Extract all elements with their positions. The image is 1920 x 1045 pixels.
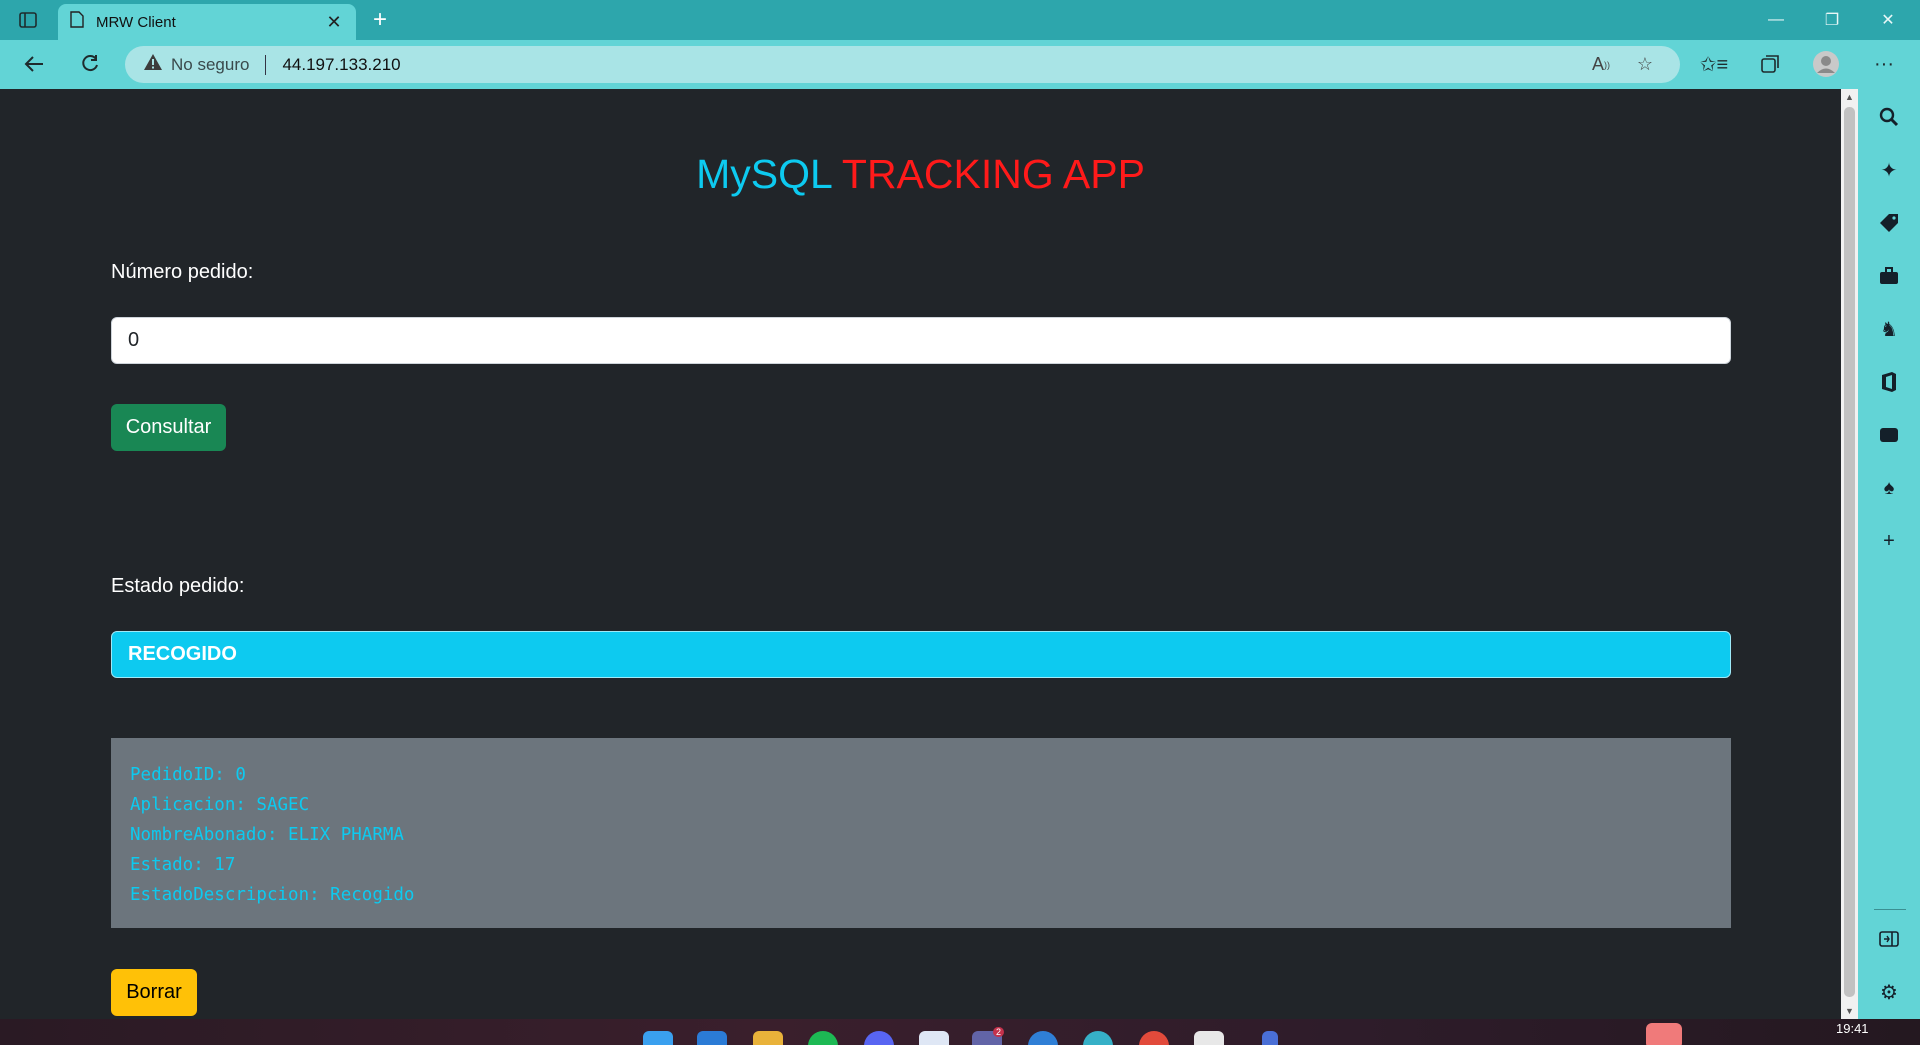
app-icon-blue[interactable] [1028, 1031, 1058, 1045]
order-details-panel: PedidoID: 0 Aplicacion: SAGEC NombreAbon… [111, 738, 1731, 928]
discord-icon[interactable] [864, 1031, 894, 1045]
spotify-icon[interactable] [808, 1031, 838, 1045]
read-aloud-icon[interactable]: A)) [1584, 50, 1618, 80]
browser-toolbar: No seguro 44.197.133.210 A)) ☆ ✩≡ ··· [0, 40, 1920, 89]
detail-pedido-id: PedidoID: 0 [130, 765, 246, 785]
restore-button[interactable]: ❐ [1804, 0, 1860, 40]
outlook-icon[interactable] [1872, 418, 1906, 452]
more-menu-icon[interactable]: ··· [1866, 46, 1902, 82]
security-status[interactable]: No seguro [171, 55, 249, 75]
teams-icon[interactable]: 2 [972, 1027, 1004, 1045]
page-icon [70, 11, 84, 33]
consultar-button[interactable]: Consultar [111, 404, 226, 451]
minimize-button[interactable]: — [1748, 0, 1804, 40]
order-number-input[interactable] [111, 317, 1731, 364]
browser-title-bar: MRW Client ✕ + — ❐ ✕ [0, 0, 1920, 40]
borrar-button[interactable]: Borrar [111, 969, 197, 1016]
new-tab-button[interactable]: + [364, 6, 396, 34]
hide-sidebar-icon[interactable] [1872, 922, 1906, 956]
file-explorer-icon[interactable] [753, 1031, 783, 1045]
refresh-icon[interactable] [72, 46, 108, 82]
close-tab-icon[interactable]: ✕ [324, 12, 344, 33]
shopping-tag-icon[interactable] [1872, 206, 1906, 240]
tray-app-icon[interactable] [1646, 1023, 1682, 1045]
scroll-down-icon[interactable]: ▼ [1841, 1003, 1858, 1019]
drop-icon[interactable]: ♠ [1872, 471, 1906, 505]
detail-estado: Estado: 17 [130, 855, 236, 875]
settings-gear-icon[interactable]: ⚙ [1872, 975, 1906, 1009]
windows-start-icon[interactable] [643, 1031, 673, 1045]
detail-nombre-abonado: NombreAbonado: ELIX PHARMA [130, 825, 404, 845]
notepad-icon[interactable] [1194, 1031, 1224, 1045]
profile-avatar-icon[interactable] [1808, 46, 1844, 82]
browser-tab[interactable]: MRW Client ✕ [58, 4, 356, 40]
back-arrow-icon[interactable] [16, 46, 52, 82]
scroll-thumb[interactable] [1844, 107, 1855, 997]
app-title-mysql: MySQL [696, 151, 832, 197]
favorites-icon[interactable]: ✩≡ [1696, 46, 1732, 82]
edge-sidebar: ✦ ♞ ♠ + ⚙ [1858, 89, 1920, 1019]
order-number-label: Número pedido: [111, 261, 254, 283]
detail-aplicacion: Aplicacion: SAGEC [130, 795, 310, 815]
taskbar-clock[interactable]: 19:41 [1836, 1021, 1869, 1036]
app-icon-small[interactable] [1262, 1031, 1278, 1045]
address-divider [265, 54, 267, 75]
edge-icon[interactable] [1083, 1031, 1113, 1045]
page-content: MySQL TRACKING APP Número pedido: Consul… [0, 89, 1841, 1019]
address-bar[interactable]: No seguro 44.197.133.210 A)) ☆ [125, 46, 1680, 83]
order-status-label: Estado pedido: [111, 575, 245, 597]
chrome-icon[interactable] [1139, 1031, 1169, 1045]
teams-badge: 2 [992, 1027, 1004, 1037]
search-icon[interactable] [1872, 100, 1906, 134]
collections-icon[interactable] [1752, 46, 1788, 82]
games-icon[interactable]: ♞ [1872, 312, 1906, 346]
page-scrollbar[interactable]: ▲ ▼ [1841, 89, 1858, 1019]
tools-briefcase-icon[interactable] [1872, 259, 1906, 293]
tab-title: MRW Client [96, 13, 176, 31]
add-favorite-icon[interactable]: ☆ [1628, 50, 1662, 80]
detail-estado-descripcion: EstadoDescripcion: Recogido [130, 885, 415, 905]
app-title-tracking: TRACKING APP [841, 151, 1145, 197]
scroll-up-icon[interactable]: ▲ [1841, 89, 1858, 105]
app-title: MySQL TRACKING APP [0, 151, 1841, 198]
sidebar-divider [1874, 909, 1906, 910]
office-icon[interactable] [1872, 365, 1906, 399]
copilot-sparkle-icon[interactable]: ✦ [1872, 153, 1906, 187]
tab-actions-icon[interactable] [0, 0, 56, 40]
document-icon[interactable] [919, 1031, 949, 1045]
add-sidebar-app-icon[interactable]: + [1872, 524, 1906, 558]
order-status-box: RECOGIDO [111, 631, 1731, 678]
url-text[interactable]: 44.197.133.210 [282, 55, 1584, 75]
close-window-button[interactable]: ✕ [1860, 0, 1916, 40]
warning-icon[interactable] [143, 53, 163, 76]
windows-taskbar: 2 19:41 [0, 1019, 1920, 1045]
vscode-icon[interactable] [697, 1031, 727, 1045]
